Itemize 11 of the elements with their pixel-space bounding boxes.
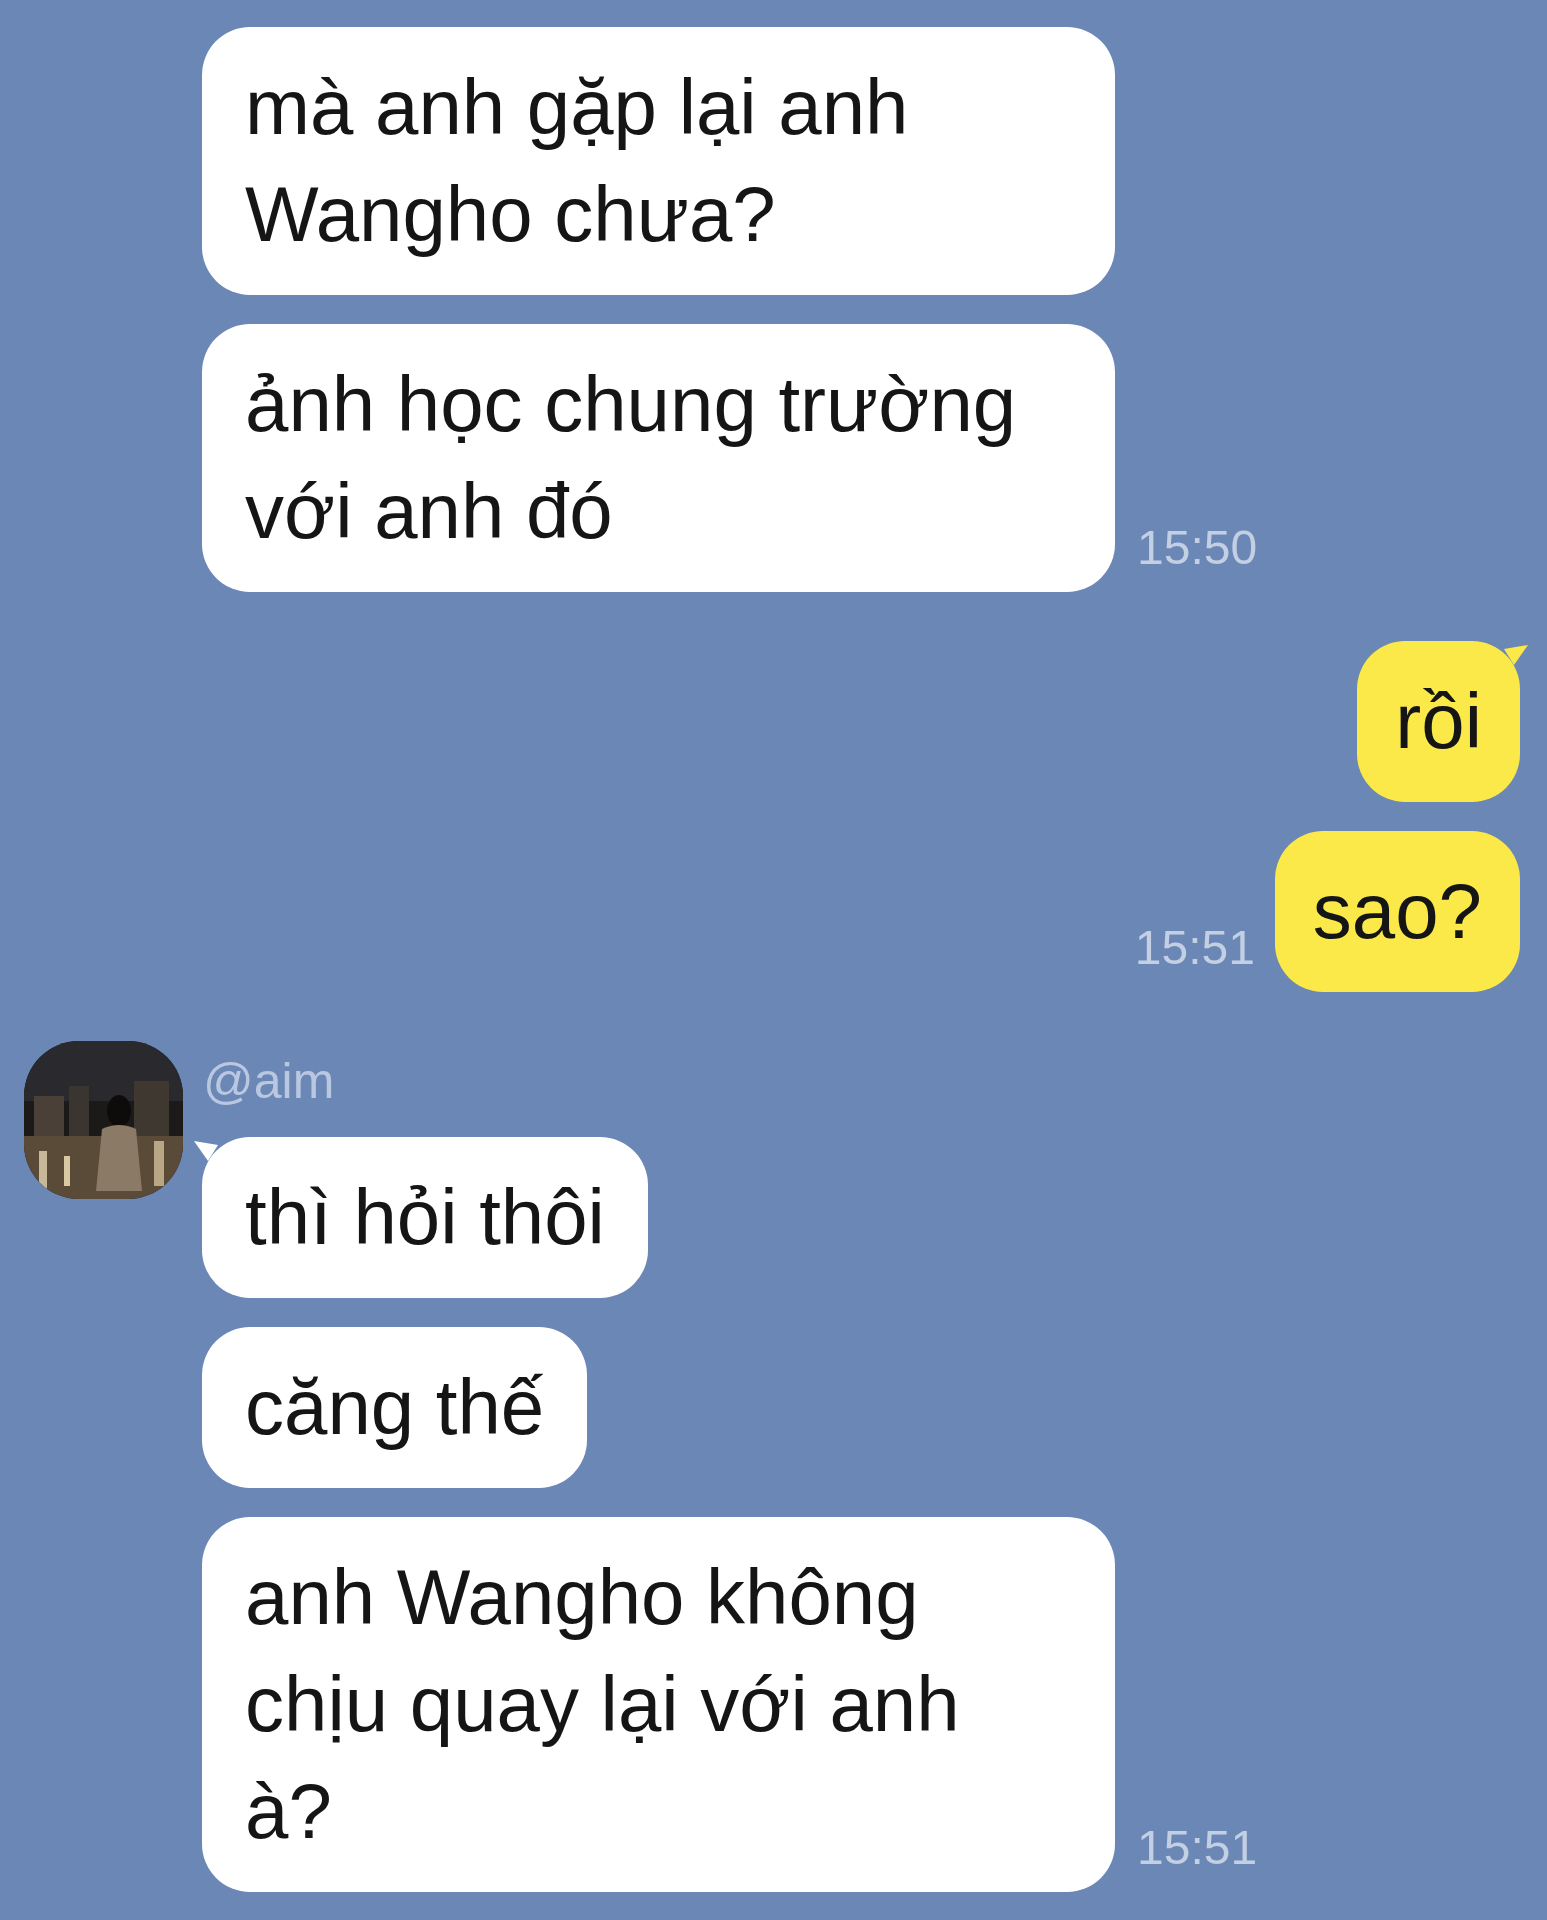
bubble-tail bbox=[194, 1141, 218, 1161]
message-bubble: căng thế bbox=[202, 1327, 588, 1488]
message-bubble: mà anh gặp lại anh Wangho chưa? bbox=[202, 27, 1115, 295]
message-bubble: ảnh học chung trường với anh đó bbox=[202, 324, 1115, 592]
bubble-tail bbox=[1504, 645, 1528, 665]
message-bubble: anh Wangho không chịu quay lại với anh à? bbox=[202, 1517, 1115, 1892]
timestamp: 15:51 bbox=[1137, 1820, 1258, 1876]
timestamp: 15:50 bbox=[1137, 520, 1258, 576]
message-bubble: sao? bbox=[1274, 831, 1520, 992]
sender-name: @aim bbox=[203, 1052, 335, 1111]
timestamp: 15:51 bbox=[1134, 920, 1255, 976]
